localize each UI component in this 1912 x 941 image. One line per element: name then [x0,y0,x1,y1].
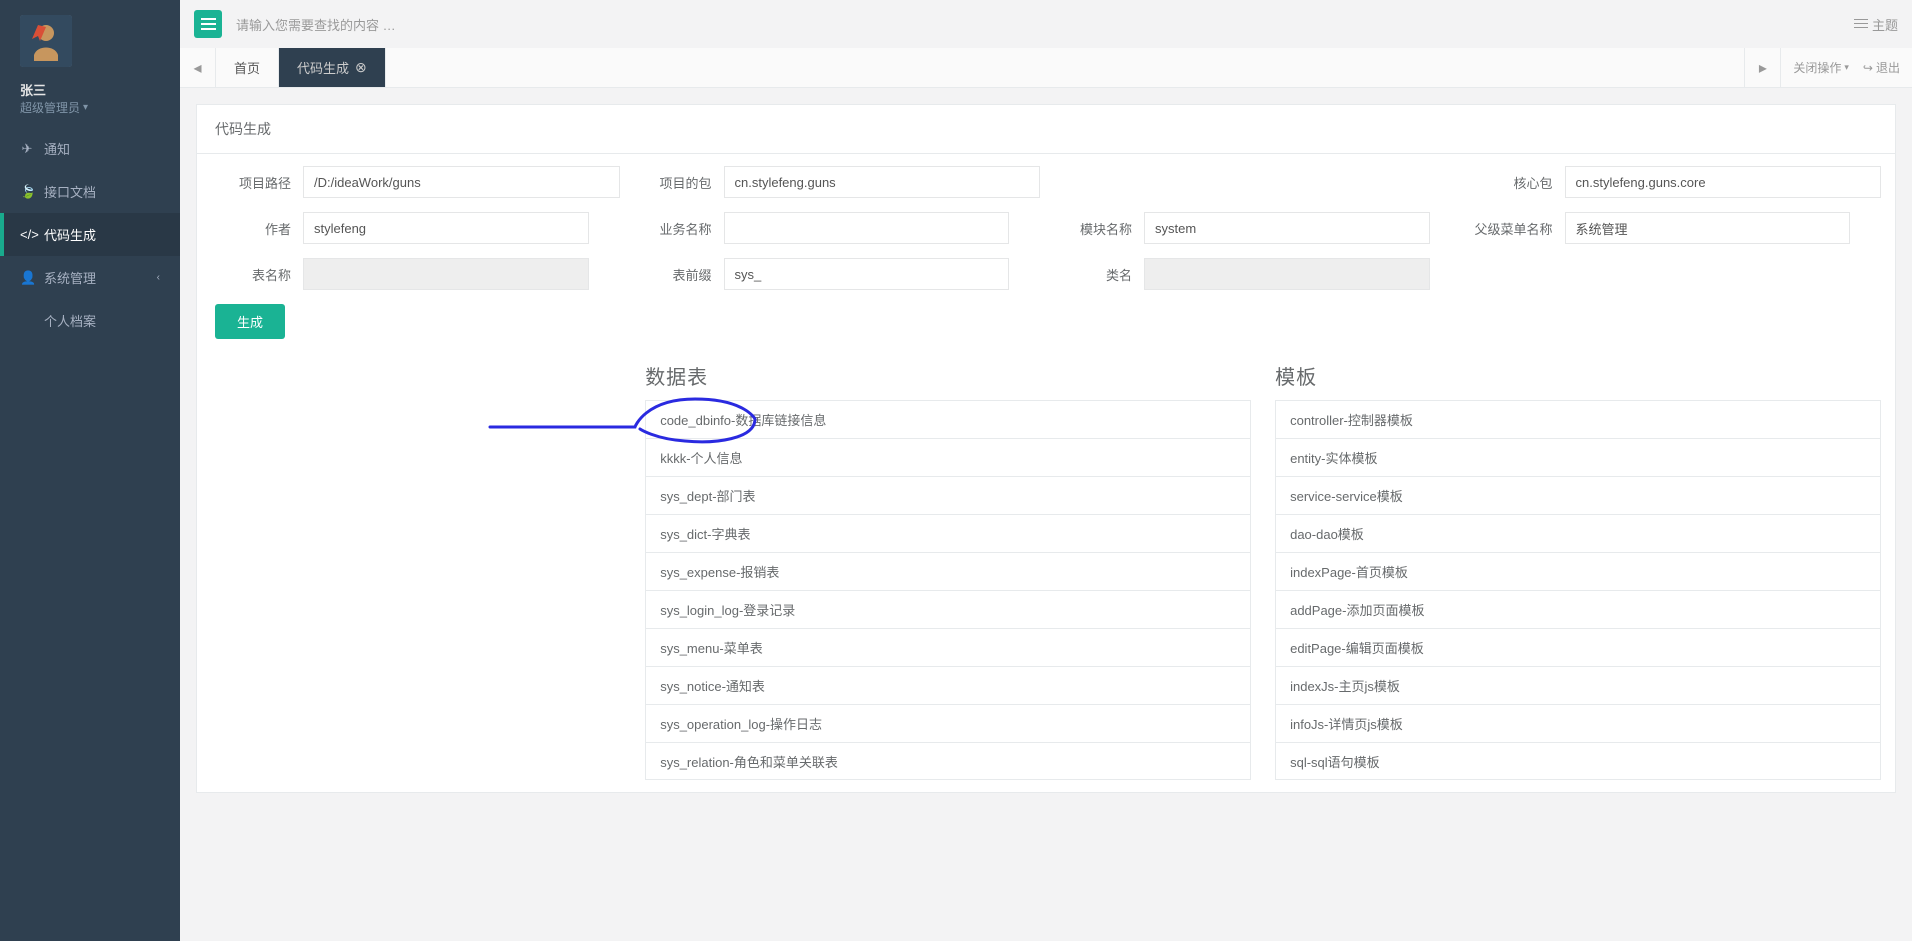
label-module-name: 模块名称 [1052,219,1144,238]
templates-column: 模板 controller-控制器模板entity-实体模板service-se… [1275,361,1881,780]
label-class-name: 类名 [1052,265,1144,284]
input-module-name[interactable] [1144,212,1430,244]
main: 请输入您需要查找的内容 … 主题 ◂ 首页 代码生成 ⊗ ▸ 关闭操作 ▾ ↪ [180,0,1912,941]
template-row[interactable]: entity-实体模板 [1276,438,1880,476]
close-ops-dropdown[interactable]: 关闭操作 ▾ [1793,59,1849,76]
tables-title: 数据表 [645,361,1251,390]
toggle-sidebar-button[interactable] [194,10,222,38]
nav-label: 代码生成 [44,225,96,244]
panel: 代码生成 项目路径 项目的包 核心包 [196,104,1896,793]
tabs-scroll-right[interactable]: ▸ [1744,48,1780,87]
table-row[interactable]: sys_operation_log-操作日志 [646,704,1250,742]
templates-list[interactable]: controller-控制器模板entity-实体模板service-servi… [1275,400,1881,780]
label-parent-menu: 父级菜单名称 [1473,219,1565,238]
user-role-dropdown[interactable]: 超级管理员 ▾ [20,99,88,116]
template-row[interactable]: dao-dao模板 [1276,514,1880,552]
input-project-path[interactable] [303,166,620,198]
tables-column: 数据表 code_dbinfo-数据库链接信息kkkk-个人信息sys_dept… [645,361,1251,780]
nav-icon: 🍃 [20,184,34,200]
nav-item[interactable]: 👤 系统管理 ‹ [0,256,180,299]
sidebar-header: 张三 超级管理员 ▾ [0,0,180,127]
topbar: 请输入您需要查找的内容 … 主题 [180,0,1912,48]
label-core-pkg: 核心包 [1473,173,1565,192]
input-class-name[interactable] [1144,258,1430,290]
table-row[interactable]: sys_dict-字典表 [646,514,1250,552]
template-row[interactable]: addPage-添加页面模板 [1276,590,1880,628]
chevron-down-icon: ▾ [1844,62,1849,73]
nav-list: ✈ 通知 🍃 接口文档 </> 代码生成 👤 系统管理 ‹ 个人档案 [0,127,180,342]
nav-label: 系统管理 [44,268,96,287]
input-table-prefix[interactable] [724,258,1010,290]
input-core-pkg[interactable] [1565,166,1882,198]
template-row[interactable]: infoJs-详情页js模板 [1276,704,1880,742]
nav-item[interactable]: 🍃 接口文档 [0,170,180,213]
input-project-pkg[interactable] [724,166,1041,198]
table-row[interactable]: code_dbinfo-数据库链接信息 [646,401,1250,438]
panel-title: 代码生成 [197,105,1895,154]
label-project-path: 项目路径 [211,173,303,192]
theme-button[interactable]: 主题 [1854,15,1898,34]
nav-item[interactable]: 个人档案 [0,299,180,342]
nav-icon: </> [20,227,34,242]
templates-title: 模板 [1275,361,1881,390]
input-parent-menu[interactable] [1565,212,1851,244]
table-row[interactable]: sys_expense-报销表 [646,552,1250,590]
tables-list[interactable]: code_dbinfo-数据库链接信息kkkk-个人信息sys_dept-部门表… [645,400,1251,780]
close-icon[interactable]: ⊗ [355,59,367,76]
tabs-scroll-left[interactable]: ◂ [180,48,216,87]
exit-button[interactable]: ↪ 退出 [1863,59,1900,76]
template-row[interactable]: sql-sql语句模板 [1276,742,1880,780]
template-row[interactable]: controller-控制器模板 [1276,401,1880,438]
tab-code-gen[interactable]: 代码生成 ⊗ [279,48,386,87]
sidebar: 张三 超级管理员 ▾ ✈ 通知 🍃 接口文档 </> 代码生成 👤 系统管理 ‹ 个人档案 [0,0,180,941]
user-name: 张三 [20,80,160,99]
tabs-bar: ◂ 首页 代码生成 ⊗ ▸ 关闭操作 ▾ ↪ 退出 [180,48,1912,88]
generate-button[interactable]: 生成 [215,304,285,339]
chevron-down-icon: ▾ [83,102,88,113]
content: 代码生成 项目路径 项目的包 核心包 [180,88,1912,941]
table-row[interactable]: sys_notice-通知表 [646,666,1250,704]
input-table-name[interactable] [303,258,589,290]
nav-label: 通知 [44,139,70,158]
template-row[interactable]: indexPage-首页模板 [1276,552,1880,590]
label-table-name: 表名称 [211,265,303,284]
table-row[interactable]: sys_menu-菜单表 [646,628,1250,666]
chevron-left-icon: ‹ [157,272,160,283]
label-biz-name: 业务名称 [632,219,724,238]
nav-label: 接口文档 [44,182,96,201]
search-input[interactable]: 请输入您需要查找的内容 … [236,15,396,34]
label-author: 作者 [211,219,303,238]
input-author[interactable] [303,212,589,244]
nav-icon: ✈ [20,141,34,157]
label-table-prefix: 表前缀 [632,265,724,284]
label-project-pkg: 项目的包 [632,173,724,192]
nav-item[interactable]: </> 代码生成 [0,213,180,256]
avatar [20,15,72,67]
template-row[interactable]: service-service模板 [1276,476,1880,514]
nav-label: 个人档案 [44,311,96,330]
table-row[interactable]: sys_relation-角色和菜单关联表 [646,742,1250,780]
template-row[interactable]: indexJs-主页js模板 [1276,666,1880,704]
table-row[interactable]: sys_login_log-登录记录 [646,590,1250,628]
tab-home[interactable]: 首页 [216,48,279,87]
table-row[interactable]: sys_dept-部门表 [646,476,1250,514]
lines-icon [1854,19,1868,29]
template-row[interactable]: editPage-编辑页面模板 [1276,628,1880,666]
nav-item[interactable]: ✈ 通知 [0,127,180,170]
input-biz-name[interactable] [724,212,1010,244]
table-row[interactable]: kkkk-个人信息 [646,438,1250,476]
nav-icon: 👤 [20,270,34,286]
logout-icon: ↪ [1863,61,1873,75]
